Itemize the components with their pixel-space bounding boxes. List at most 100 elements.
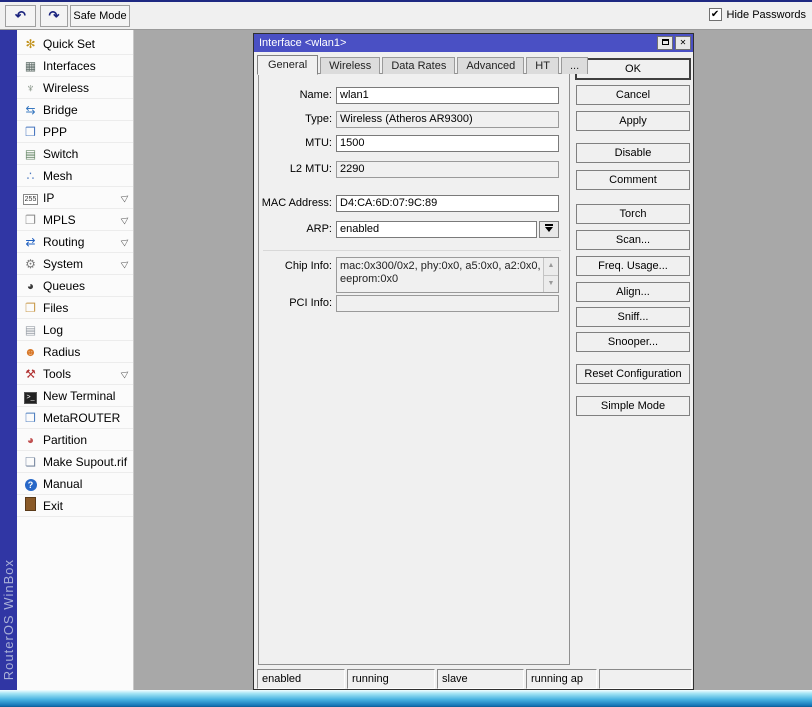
simple-mode-button[interactable]: Simple Mode [576,396,690,416]
mesh-nodes-icon [22,169,39,183]
sidebar-item-label: Radius [43,344,81,359]
freq-usage-button[interactable]: Freq. Usage... [576,256,690,276]
main-toolbar: ↶ ↷ Safe Mode ✔ Hide Passwords [0,2,812,30]
redo-button[interactable]: ↷ [40,5,68,27]
dialog-tabs: General Wireless Data Rates Advanced HT … [257,54,590,75]
sidebar-item-switch[interactable]: Switch [17,143,133,165]
sidebar-item-label: New Terminal [43,388,116,403]
sidebar-item-log[interactable]: Log [17,319,133,341]
sidebar-item-label: Files [43,300,69,315]
arp-value[interactable]: enabled [336,221,537,238]
maximize-icon [661,39,669,45]
interface-wlan1-dialog: Interface <wlan1> ✕ General Wireless Dat… [253,33,694,690]
chip-info-value: mac:0x300/0x2, phy:0x0, a5:0x0, a2:0x0, … [340,260,541,285]
name-label: Name: [299,89,332,101]
name-input[interactable]: wlan1 [336,87,559,104]
chip-info-field: mac:0x300/0x2, phy:0x0, a5:0x0, a2:0x0, … [336,257,559,293]
cancel-button[interactable]: Cancel [576,85,690,105]
scroll-up-icon[interactable]: ▲ [544,258,558,275]
close-icon: ✕ [679,38,687,47]
arp-dropdown-button[interactable] [539,221,559,238]
tab-data-rates[interactable]: Data Rates [382,57,456,74]
switch-device-icon [22,147,39,161]
sidebar-item-routing[interactable]: Routing▷ [17,231,133,253]
status-enabled: enabled [257,669,345,689]
sidebar-item-label: Mesh [43,168,73,183]
tab-wireless[interactable]: Wireless [320,57,381,74]
align-button[interactable]: Align... [576,282,690,302]
hide-passwords-control: ✔ Hide Passwords [708,8,806,21]
undo-button[interactable]: ↶ [5,5,36,27]
people-icon [22,345,39,359]
tab-ht[interactable]: HT [526,57,559,74]
safe-mode-button[interactable]: Safe Mode [70,5,130,27]
status-slave: slave [437,669,524,689]
sidebar-item-label: Queues [43,278,86,293]
sidebar-item-bridge[interactable]: Bridge [17,99,133,121]
sidebar-item-queues[interactable]: Queues [17,275,133,297]
sidebar-item-metarouter[interactable]: MetaROUTER [17,407,133,429]
redo-icon: ↷ [48,8,60,23]
routing-arrows-icon [22,235,39,249]
sidebar-item-radius[interactable]: Radius [17,341,133,363]
sidebar-item-exit[interactable]: Exit [17,495,133,517]
sidebar-item-label: MPLS [43,212,76,227]
comment-button[interactable]: Comment [576,170,690,190]
sidebar-item-label: Log [43,322,64,337]
disable-button[interactable]: Disable [576,143,690,163]
sidebar-item-label: IP [43,190,55,205]
pci-info-field [336,295,559,312]
ok-button[interactable]: OK [576,59,690,79]
sniff-button[interactable]: Sniff... [576,307,690,327]
l2mtu-field: 2290 [336,161,559,178]
chip-info-scroll: ▲ ▼ [543,258,558,292]
sidebar-item-tools[interactable]: Tools▷ [17,363,133,385]
close-button[interactable]: ✕ [675,36,691,50]
sidebar-item-ip[interactable]: IP▷ [17,187,133,209]
sidebar-item-partition[interactable]: Partition [17,429,133,451]
snooper-button[interactable]: Snooper... [576,332,690,352]
sidebar-item-label: Wireless [43,80,90,95]
sidebar-item-label: System [43,256,84,271]
tab-general[interactable]: General [257,55,319,75]
apply-button[interactable]: Apply [576,111,690,131]
sidebar-item-files[interactable]: Files [17,297,133,319]
gauge-icon [22,279,39,293]
dialog-title: Interface <wlan1> [259,37,347,49]
sidebar-item-wireless[interactable]: Wireless [17,77,133,99]
sidebar-item-label: MetaROUTER [43,410,121,425]
maximize-button[interactable] [657,36,673,50]
scroll-down-icon[interactable]: ▼ [544,274,558,292]
sidebar-item-ppp[interactable]: PPP [17,121,133,143]
computer-icon [22,411,39,425]
tab-advanced[interactable]: Advanced [457,57,525,74]
status-running-ap: running ap [526,669,597,689]
sidebar-item-label: Make Supout.rif [43,454,128,469]
torch-button[interactable]: Torch [576,204,690,224]
antenna-icon [22,81,39,95]
sidebar-item-label: Routing [43,234,85,249]
mtu-input[interactable]: 1500 [336,135,559,152]
sidebar-item-make-supout[interactable]: Make Supout.rif [17,451,133,473]
sidebar-item-interfaces[interactable]: Interfaces [17,55,133,77]
brand-vertical-text: RouterOS WinBox [1,558,16,680]
sidebar-item-system[interactable]: System▷ [17,253,133,275]
mac-address-input[interactable]: D4:CA:6D:07:9C:89 [336,195,559,212]
sidebar-item-new-terminal[interactable]: New Terminal [17,385,133,407]
tags-icon [22,213,39,227]
tab-more[interactable]: ... [560,57,589,74]
sidebar-item-mpls[interactable]: MPLS▷ [17,209,133,231]
hide-passwords-checkbox[interactable]: ✔ [708,8,722,21]
dialog-titlebar[interactable]: Interface <wlan1> ✕ [254,34,693,52]
document-icon [22,455,39,469]
sidebar-item-mesh[interactable]: Mesh [17,165,133,187]
window-bottom-border [0,690,812,707]
reset-configuration-button[interactable]: Reset Configuration [576,364,690,384]
network-card-icon [22,59,39,73]
scan-button[interactable]: Scan... [576,230,690,250]
sidebar-item-quick-set[interactable]: Quick Set [17,33,133,55]
hide-passwords-label: Hide Passwords [726,8,806,21]
sidebar-item-manual[interactable]: Manual [17,473,133,495]
sidebar-item-label: Quick Set [43,36,96,51]
question-mark-icon [22,477,39,491]
